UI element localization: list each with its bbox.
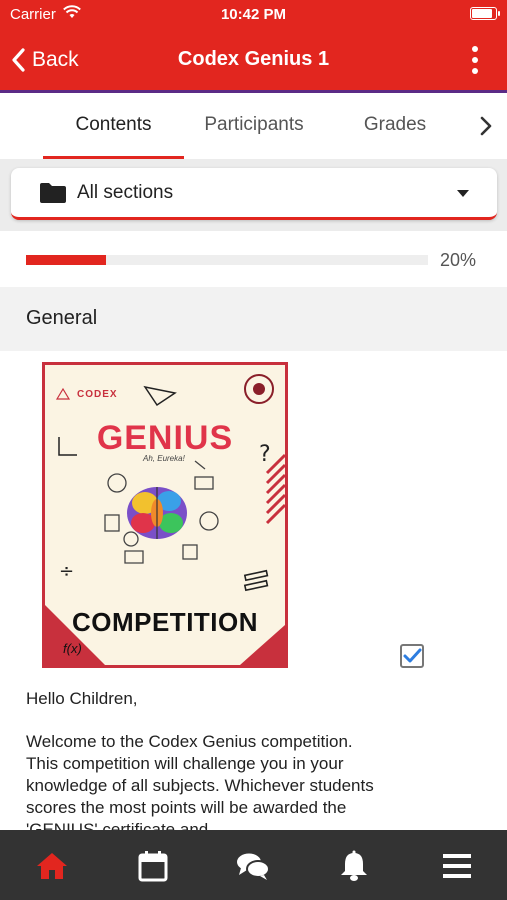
menu-icon[interactable] bbox=[440, 850, 474, 882]
caret-down-icon bbox=[457, 190, 469, 197]
section-header: General bbox=[0, 287, 507, 351]
chevron-right-icon[interactable] bbox=[475, 113, 497, 139]
tab-participants[interactable]: Participants bbox=[190, 93, 318, 159]
bottom-tab-bar bbox=[0, 830, 507, 900]
clock: 10:42 PM bbox=[220, 6, 287, 23]
bell-icon[interactable] bbox=[337, 850, 371, 882]
poster-footer: COMPETITION bbox=[71, 607, 259, 637]
section-select[interactable]: All sections bbox=[11, 168, 497, 220]
tab-grades[interactable]: Grades bbox=[340, 93, 450, 159]
chat-icon[interactable] bbox=[236, 850, 270, 882]
progress-percent: 20% bbox=[440, 250, 477, 270]
tab-bar: Contents Participants Grades bbox=[0, 93, 507, 159]
status-bar: Carrier 10:42 PM bbox=[0, 0, 507, 28]
tab-contents[interactable]: Contents bbox=[43, 93, 184, 159]
more-options-button[interactable] bbox=[469, 44, 481, 76]
progress-fill bbox=[26, 255, 107, 265]
section-select-value: All sections bbox=[77, 182, 174, 203]
app-header: Carrier 10:42 PM Back Codex Genius 1 bbox=[0, 0, 507, 92]
poster-scribble: Ah, Eureka! bbox=[143, 454, 185, 463]
back-button[interactable]: Back bbox=[10, 44, 79, 76]
svg-text:÷: ÷ bbox=[59, 561, 74, 582]
battery-icon bbox=[470, 7, 500, 20]
section-title: General bbox=[26, 307, 98, 329]
poster-formula: f(x) bbox=[63, 641, 82, 656]
course-progress-bar bbox=[26, 255, 428, 265]
competition-poster-image[interactable]: ? ÷ CODEX GENIUS COMPETITION f(x) Ah, Eu… bbox=[42, 362, 288, 668]
calendar-icon[interactable] bbox=[136, 850, 170, 882]
completion-checkbox[interactable] bbox=[399, 643, 425, 669]
more-dot bbox=[472, 68, 478, 74]
more-dot bbox=[472, 57, 478, 63]
course-screen: Carrier 10:42 PM Back Codex Genius 1 Con… bbox=[0, 0, 507, 900]
home-icon[interactable] bbox=[35, 850, 69, 882]
more-dot bbox=[472, 46, 478, 52]
chevron-left-icon bbox=[12, 48, 25, 72]
folder-icon bbox=[40, 183, 66, 203]
back-label: Back bbox=[32, 48, 79, 71]
poster-logo-text: CODEX bbox=[77, 389, 118, 400]
description-paragraph: Welcome to the Codex Genius competition.… bbox=[26, 732, 374, 839]
poster-headline: GENIUS bbox=[96, 419, 234, 457]
greeting-text: Hello Children, bbox=[26, 689, 138, 708]
